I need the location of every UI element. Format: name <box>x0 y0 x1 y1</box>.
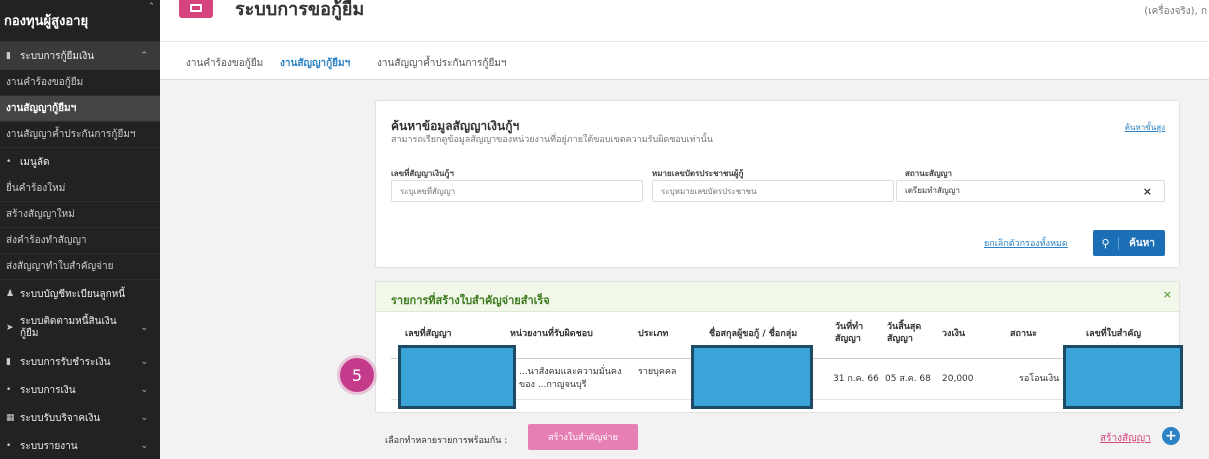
tab-loan-requests[interactable]: งานคำร้องขอกู้ยืม <box>186 56 263 71</box>
sidebar-group-debt-tracking[interactable]: ➤ ระบบติดตามหนี้สินเงินกู้ยืม ⌄ <box>0 308 160 348</box>
sidebar-item-label: ส่งสัญญาทำใบสำคัญจ่าย <box>6 261 114 272</box>
bullet-icon: • <box>6 385 12 395</box>
citizen-id-label: หมายเลขบัตรประชาชนผู้กู้ <box>652 169 744 178</box>
chevron-down-icon: ⌄ <box>140 322 148 333</box>
sidebar-brand: กองทุนผู้สูงอายุ ˄ <box>0 0 160 42</box>
chevron-down-icon: ⌄ <box>140 413 148 423</box>
sidebar-item-new-contract[interactable]: สร้างสัญญาใหม่ <box>0 202 160 228</box>
col-voucher-no: เลขที่ใบสำคัญ <box>1086 329 1142 339</box>
bullet-icon: • <box>6 441 12 451</box>
sidebar-item-label: งานคำร้องขอกู้ยืม <box>6 77 84 88</box>
col-end-date: วันสิ้นสุดสัญญา <box>887 322 922 345</box>
contract-no-input[interactable] <box>391 180 643 202</box>
clear-icon[interactable]: × <box>1143 182 1152 202</box>
results-title: รายการที่สร้างใบสำคัญจ่ายสำเร็จ <box>391 294 550 307</box>
create-contract-link[interactable]: สร้างสัญญา <box>1100 431 1151 446</box>
sidebar-group-label: ระบบรายงาน <box>20 440 78 452</box>
sidebar-group-loan-system[interactable]: ▮ ระบบการกู้ยืมเงิน ⌃ <box>0 42 160 70</box>
bullet-icon: • <box>6 157 12 167</box>
row-start-date: 31 ก.ค. 66 <box>833 374 879 384</box>
col-status: สถานะ <box>1010 329 1037 339</box>
chevron-down-icon: ⌄ <box>140 441 148 451</box>
sidebar-group-debtor-registry[interactable]: ♟ ระบบบัญชีทะเบียนลูกหนี้ <box>0 280 160 308</box>
sidebar-item-new-request[interactable]: ยื่นคำร้องใหม่ <box>0 176 160 202</box>
col-amount: วงเงิน <box>942 329 966 339</box>
row-agency: ...นาสังคมและความมั่นคงของ ...กาญจนบุรี <box>519 367 622 390</box>
table-icon: ▦ <box>6 413 15 423</box>
close-icon[interactable]: × <box>1163 288 1172 301</box>
brand-label: กองทุนผู้สูงอายุ <box>4 14 89 29</box>
sidebar-item-loan-contracts[interactable]: งานสัญญากู้ยืมฯ <box>0 96 160 122</box>
redacted-voucher-no <box>1063 345 1183 409</box>
top-header: ระบบการขอกู้ยืม (เครื่องจริง), ก <box>160 0 1209 42</box>
sidebar-group-label: ระบบติดตามหนี้สินเงินกู้ยืม <box>20 316 117 339</box>
sidebar-group-reports[interactable]: • ระบบรายงาน ⌄ <box>0 432 160 459</box>
row-status: รอโอนเงิน <box>1019 374 1060 384</box>
search-button[interactable]: ⚲ ค้นหา <box>1093 230 1165 256</box>
redacted-contract-no <box>398 345 516 409</box>
row-type: รายบุคคล <box>638 367 677 377</box>
col-agency: หน่วยงานที่รับผิดชอบ <box>510 329 593 339</box>
search-button-label: ค้นหา <box>1129 237 1155 249</box>
col-start-date: วันที่ทำสัญญา <box>835 322 864 345</box>
sidebar-item-label: ส่งคำร้องทำสัญญา <box>6 235 87 246</box>
sidebar-group-label: ระบบการเงิน <box>20 384 76 396</box>
sidebar-group-shortcuts[interactable]: • เมนูลัด <box>0 148 160 176</box>
sidebar-item-label: ยื่นคำร้องใหม่ <box>6 183 66 194</box>
reset-filters-link[interactable]: ยกเลิกตัวกรองทั้งหมด <box>984 236 1068 250</box>
tab-loan-contracts[interactable]: งานสัญญากู้ยืมฯ <box>280 56 350 71</box>
col-borrower-name: ชื่อสกุลผู้ขอกู้ / ชื่อกลุ่ม <box>709 329 798 339</box>
search-icon: ⚲ <box>1093 236 1119 250</box>
search-subtitle: สามารถเรียกดูข้อมูลสัญญาของหน่วยงานที่อย… <box>391 135 713 145</box>
sidebar-group-label: เมนูลัด <box>20 156 50 168</box>
status-select[interactable]: เตรียมทำสัญญา × <box>896 180 1165 202</box>
sidebar-group-label: ระบบบัญชีทะเบียนลูกหนี้ <box>20 288 126 300</box>
create-voucher-button[interactable]: สร้างใบสำคัญจ่าย <box>528 424 638 450</box>
chevron-down-icon: ⌄ <box>140 357 148 367</box>
row-amount: 20,000 <box>942 374 974 384</box>
status-label: สถานะสัญญา <box>905 169 952 178</box>
sidebar-group-label: ระบบการกู้ยืมเงิน <box>20 50 95 62</box>
sidebar-group-payment[interactable]: ▮ ระบบการรับชำระเงิน ⌄ <box>0 348 160 376</box>
advanced-search-link[interactable]: ค้นหาขั้นสูง <box>1125 121 1165 134</box>
chevron-down-icon: ⌄ <box>140 385 148 395</box>
sidebar-item-loan-requests[interactable]: งานคำร้องขอกู้ยืม <box>0 70 160 96</box>
sidebar-item-label: งานสัญญากู้ยืมฯ <box>6 103 77 114</box>
search-card: ค้นหาข้อมูลสัญญาเงินกู้ฯ สามารถเรียกดูข้… <box>375 100 1180 268</box>
sidebar-group-finance[interactable]: • ระบบการเงิน ⌄ <box>0 376 160 404</box>
document-icon: ▮ <box>6 357 11 367</box>
user-name[interactable]: (เครื่องจริง), ก <box>1144 4 1207 19</box>
status-value: เตรียมทำสัญญา <box>905 186 960 195</box>
sidebar-group-label: ระบบการรับชำระเงิน <box>20 356 111 368</box>
step-marker: 5 <box>340 358 374 392</box>
document-icon: ▮ <box>6 51 11 61</box>
users-icon: ♟ <box>6 289 15 299</box>
sidebar: กองทุนผู้สูงอายุ ˄ ▮ ระบบการกู้ยืมเงิน ⌃… <box>0 0 160 459</box>
row-end-date: 05 ส.ค. 68 <box>885 374 931 384</box>
collapse-icon[interactable]: ˄ <box>149 2 154 13</box>
sidebar-group-donation[interactable]: ▦ ระบบรับบริจาคเงิน ⌄ <box>0 404 160 432</box>
page-title: ระบบการขอกู้ยืม <box>235 0 365 20</box>
sidebar-item-send-contract-voucher[interactable]: ส่งสัญญาทำใบสำคัญจ่าย <box>0 254 160 280</box>
app-icon <box>179 0 213 18</box>
chevron-up-icon: ⌃ <box>140 51 148 61</box>
plus-icon[interactable]: + <box>1162 427 1180 445</box>
sidebar-item-label: สร้างสัญญาใหม่ <box>6 209 75 220</box>
sidebar-item-guarantee-contracts[interactable]: งานสัญญาค้ำประกันการกู้ยืมฯ <box>0 122 160 148</box>
sidebar-group-label: ระบบรับบริจาคเงิน <box>20 412 101 424</box>
results-header: รายการที่สร้างใบสำคัญจ่ายสำเร็จ × <box>376 282 1179 312</box>
sidebar-item-label: งานสัญญาค้ำประกันการกู้ยืมฯ <box>6 129 136 140</box>
sidebar-item-send-request[interactable]: ส่งคำร้องทำสัญญา <box>0 228 160 254</box>
col-contract-no: เลขที่สัญญา <box>405 329 452 339</box>
col-type: ประเภท <box>638 329 669 339</box>
redacted-borrower-name <box>691 345 813 409</box>
contract-no-label: เลขที่สัญญาเงินกู้ฯ <box>391 169 454 178</box>
arrow-icon: ➤ <box>6 322 14 333</box>
tab-guarantee-contracts[interactable]: งานสัญญาค้ำประกันการกู้ยืมฯ <box>377 56 507 71</box>
bulk-action-label: เลือกทำหลายรายการพร้อมกัน : <box>385 436 508 446</box>
citizen-id-input[interactable] <box>652 180 894 202</box>
tab-bar: งานคำร้องขอกู้ยืม งานสัญญากู้ยืมฯ งานสัญ… <box>160 42 1209 80</box>
